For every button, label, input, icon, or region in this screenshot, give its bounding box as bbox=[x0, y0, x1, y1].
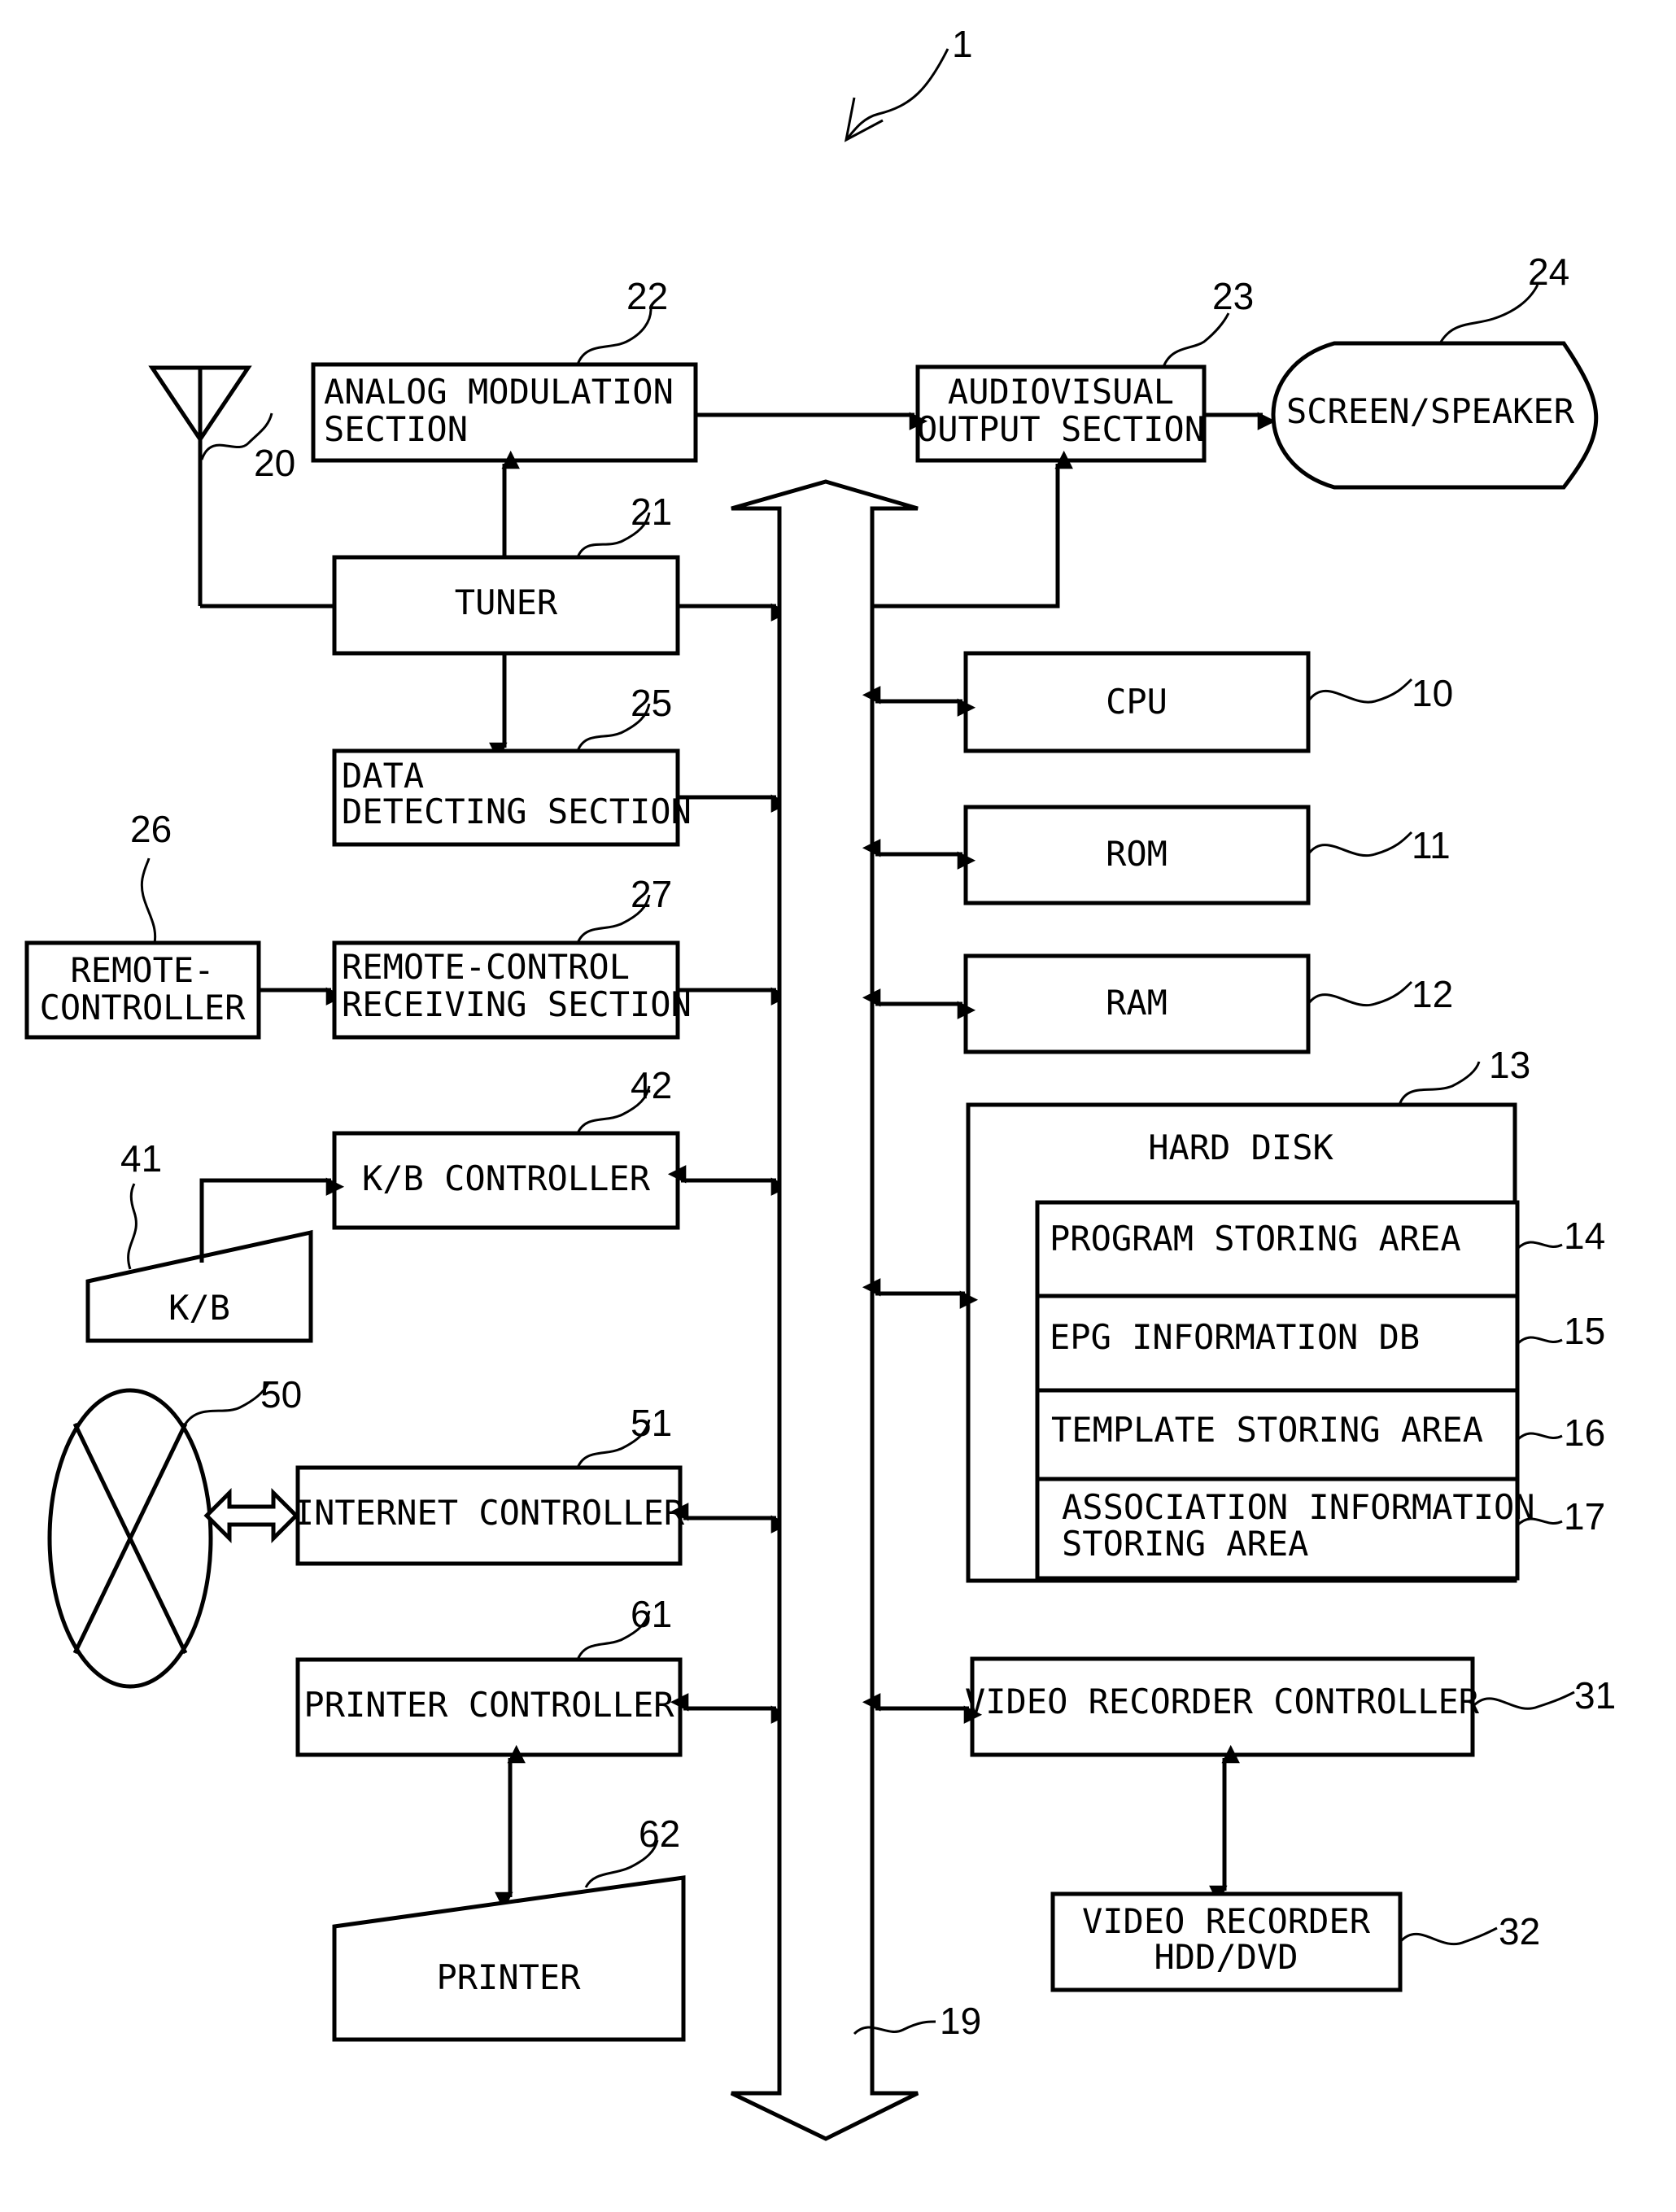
ref-22: 22 bbox=[626, 275, 668, 317]
ref-23: 23 bbox=[1212, 275, 1254, 317]
video-recorder-line-1: VIDEO RECORDER bbox=[1082, 1901, 1371, 1941]
printer-controller: PRINTER CONTROLLER 61 bbox=[295, 1593, 683, 1757]
program-storing-area: PROGRAM STORING AREA 14 bbox=[1035, 1200, 1605, 1298]
epg-information-db: EPG INFORMATION DB 15 bbox=[1035, 1294, 1605, 1393]
internet-controller: INTERNET CONTROLLER 51 bbox=[294, 1402, 685, 1566]
figure-ref-label: 1 bbox=[952, 23, 973, 65]
cpu-label: CPU bbox=[1106, 682, 1168, 722]
ref-15: 15 bbox=[1564, 1310, 1605, 1352]
keyboard: K/B 41 bbox=[85, 1137, 345, 1343]
template-storing-area-label: TEMPLATE STORING AREA bbox=[1051, 1410, 1483, 1450]
ram: RAM 12 bbox=[963, 953, 1453, 1054]
remote-controller-line-2: CONTROLLER bbox=[40, 988, 247, 1027]
ref-10: 10 bbox=[1412, 672, 1453, 714]
screen-speaker: SCREEN/SPEAKER 24 bbox=[1271, 251, 1599, 490]
hard-disk: HARD DISK 13 PROGRAM STORING AREA 14 EPG… bbox=[966, 1044, 1605, 1583]
analog-modulation-section: ANALOG MODULATION SECTION 22 bbox=[311, 275, 698, 463]
ref-16: 16 bbox=[1564, 1411, 1605, 1454]
audiovisual-line-2: OUTPUT SECTION bbox=[917, 409, 1205, 449]
ref-14: 14 bbox=[1564, 1215, 1605, 1257]
rc-receiving-line-1: REMOTE-CONTROL bbox=[342, 947, 630, 987]
kb-controller-label: K/B CONTROLLER bbox=[362, 1158, 651, 1198]
remote-controller: REMOTE- CONTROLLER 26 bbox=[24, 808, 261, 1040]
ref-51: 51 bbox=[631, 1402, 672, 1444]
hard-disk-label: HARD DISK bbox=[1148, 1128, 1333, 1167]
ref-26: 26 bbox=[130, 808, 172, 850]
ref-42: 42 bbox=[631, 1064, 672, 1106]
ref-24: 24 bbox=[1528, 251, 1569, 293]
system-bus: 19 bbox=[730, 479, 981, 2141]
ref-62: 62 bbox=[639, 1813, 680, 1855]
ref-12: 12 bbox=[1412, 973, 1453, 1015]
ref-13: 13 bbox=[1489, 1044, 1530, 1086]
analog-modulation-line-1: ANALOG MODULATION bbox=[324, 372, 674, 412]
ref-19: 19 bbox=[940, 2000, 981, 2042]
video-recorder-line-2: HDD/DVD bbox=[1154, 1937, 1298, 1977]
printer-controller-label: PRINTER CONTROLLER bbox=[303, 1685, 674, 1725]
tuner-label: TUNER bbox=[455, 582, 558, 622]
ram-label: RAM bbox=[1106, 983, 1168, 1023]
figure-ref-pointer: 1 bbox=[844, 23, 973, 142]
antenna-icon: 20 bbox=[148, 365, 334, 609]
internet-network-icon: 50 bbox=[47, 1373, 302, 1689]
cpu: CPU 10 bbox=[963, 651, 1453, 753]
program-storing-area-label: PROGRAM STORING AREA bbox=[1050, 1219, 1461, 1259]
ref-17: 17 bbox=[1564, 1495, 1605, 1538]
ref-50: 50 bbox=[260, 1373, 302, 1416]
screen-speaker-label: SCREEN/SPEAKER bbox=[1286, 391, 1575, 431]
data-detecting-section: DATA DETECTING SECTION 25 bbox=[332, 682, 692, 847]
video-recorder: VIDEO RECORDER HDD/DVD 32 bbox=[1050, 1891, 1540, 1992]
ref-21: 21 bbox=[631, 491, 672, 533]
template-storing-area: TEMPLATE STORING AREA 16 bbox=[1035, 1388, 1605, 1481]
ref-11: 11 bbox=[1412, 824, 1451, 866]
video-recorder-controller: VIDEO RECORDER CONTROLLER 31 bbox=[965, 1656, 1616, 1757]
epg-information-db-label: EPG INFORMATION DB bbox=[1050, 1317, 1420, 1357]
printer-label: PRINTER bbox=[436, 1957, 581, 1997]
ref-41: 41 bbox=[120, 1137, 162, 1180]
block-diagram: 1 20 ANALOG MODULATION SECTION 22 AUDIOV… bbox=[24, 23, 1616, 2141]
internet-link-arrow bbox=[203, 1487, 299, 1544]
internet-controller-label: INTERNET CONTROLLER bbox=[294, 1493, 685, 1533]
rom-label: ROM bbox=[1106, 834, 1168, 874]
ref-25: 25 bbox=[631, 682, 672, 724]
video-recorder-controller-label: VIDEO RECORDER CONTROLLER bbox=[965, 1682, 1480, 1721]
association-area-line-1: ASSOCIATION INFORMATION bbox=[1062, 1487, 1535, 1527]
data-detecting-line-1: DATA bbox=[342, 756, 424, 796]
remote-controller-line-1: REMOTE- bbox=[70, 950, 214, 990]
data-detecting-line-2: DETECTING SECTION bbox=[342, 792, 692, 831]
ref-20: 20 bbox=[254, 442, 295, 484]
ref-27: 27 bbox=[631, 873, 672, 915]
ref-32: 32 bbox=[1499, 1910, 1540, 1952]
ref-61: 61 bbox=[631, 1593, 672, 1635]
audiovisual-output-section: AUDIOVISUAL OUTPUT SECTION 23 bbox=[915, 275, 1254, 463]
association-area-line-2: STORING AREA bbox=[1062, 1524, 1308, 1564]
kb-controller: K/B CONTROLLER 42 bbox=[332, 1064, 680, 1230]
rc-receiving-line-2: RECEIVING SECTION bbox=[342, 984, 692, 1024]
audiovisual-line-1: AUDIOVISUAL bbox=[948, 372, 1174, 412]
remote-control-receiving-section: REMOTE-CONTROL RECEIVING SECTION 27 bbox=[332, 873, 692, 1040]
rom: ROM 11 bbox=[963, 805, 1451, 905]
kb-label: K/B bbox=[168, 1288, 230, 1328]
analog-modulation-line-2: SECTION bbox=[324, 409, 468, 449]
ref-31: 31 bbox=[1574, 1674, 1616, 1717]
association-information-storing-area: ASSOCIATION INFORMATION STORING AREA 17 bbox=[1035, 1477, 1605, 1581]
